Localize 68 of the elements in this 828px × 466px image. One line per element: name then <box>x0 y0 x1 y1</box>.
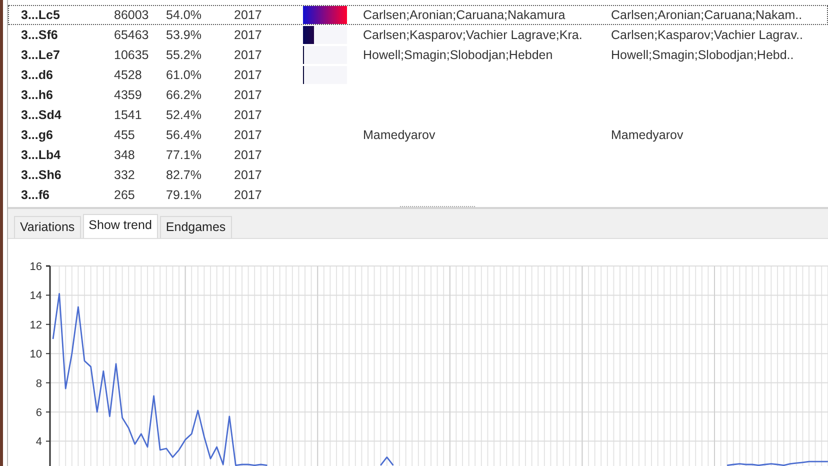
table-row[interactable]: 3...g6 455 56.4% 2017 Mamedyarov Mamedyarov <box>8 125 828 145</box>
table-cell-text: 2017 <box>233 168 262 182</box>
table-cell-text: 3...Le7 <box>20 48 60 62</box>
table-cell: Howell;Smagin;Slobodjan;Hebden <box>363 48 553 62</box>
table-cell-text: 86003 <box>113 8 149 22</box>
table-cell-text: 56.4% <box>165 128 202 142</box>
table-cell-text: 82.7% <box>165 168 202 182</box>
table-cell-text: 2017 <box>233 108 262 122</box>
table-cell-text: 3...Sf6 <box>20 28 58 42</box>
table-cell-text: 3...Lb4 <box>20 148 61 162</box>
table-cell-text: 348 <box>113 148 135 162</box>
table-row[interactable]: 3...f6 265 79.1% 2017 <box>8 185 828 205</box>
axis-tick-label: 12 <box>30 319 42 332</box>
table-cell-text: 2017 <box>233 148 262 162</box>
table-cell-text: 52.4% <box>165 108 202 122</box>
table-cell-text: 3...h6 <box>20 88 53 102</box>
table-cell-text: 10635 <box>113 48 149 62</box>
table-cell-text: 3...Lc5 <box>20 8 60 22</box>
table-row[interactable]: 3...h6 4359 66.2% 2017 <box>8 85 828 105</box>
table-cell-text: 4359 <box>113 88 142 102</box>
table-row[interactable]: 3...Lb4 348 77.1% 2017 <box>8 145 828 165</box>
table-cell-text: 265 <box>113 188 135 202</box>
table-cell: Mamedyarov <box>611 128 684 142</box>
axis-tick-label: 4 <box>36 436 42 448</box>
table-cell-text: 2017 <box>233 68 262 82</box>
table-cell-text: 2017 <box>233 188 262 202</box>
tab[interactable]: Variations <box>14 216 81 238</box>
table-row[interactable]: 3...Sf6 65463 53.9% 2017 Carlsen;Kasparov;Vachier Lagrave;Kra. Carlsen;Kasparov;Vachier Lagrav.. <box>8 25 828 45</box>
table-row[interactable]: 3...d6 4528 61.0% 2017 <box>8 65 828 85</box>
axis-tick-label: 6 <box>36 406 42 419</box>
table-cell-text: 3...f6 <box>20 188 50 202</box>
table-cell-text: 77.1% <box>165 148 202 162</box>
axis-tick-label: 10 <box>30 348 42 361</box>
table-cell-text: 66.2% <box>165 88 202 102</box>
table-cell-text: 79.1% <box>165 188 202 202</box>
tab[interactable]: Show trend <box>82 214 158 238</box>
table-cell-text: 3...g6 <box>20 128 53 142</box>
table-cell-text: 53.9% <box>165 28 202 42</box>
table-cell-text: 65463 <box>113 28 149 42</box>
table-cell-text: 1541 <box>113 108 142 122</box>
axis-tick-label: 8 <box>36 378 42 390</box>
table-cell-text: 2017 <box>233 128 262 142</box>
table-cell-text: 2017 <box>233 48 262 62</box>
table-cell: Howell;Smagin;Slobodjan;Hebd.. <box>611 48 794 62</box>
table-cell-text: 455 <box>113 128 135 142</box>
table-cell-text: 3...d6 <box>20 68 53 82</box>
table-cell-text: 54.0% <box>165 8 202 22</box>
tab[interactable]: Endgames <box>160 216 232 238</box>
table-row[interactable]: 3...Sh6 332 82.7% 2017 <box>8 165 828 185</box>
table-cell-text: 332 <box>113 168 135 182</box>
table-cell: Carlsen;Aronian;Caruana;Nakamura <box>363 8 566 22</box>
table-row[interactable]: 3...Le7 10635 55.2% 2017 Howell;Smagin;Slobodjan;Hebden Howell;Smagin;Slobodjan;Hebd.. <box>8 45 828 65</box>
table-cell: Mamedyarov <box>363 128 436 142</box>
table-cell: Carlsen;Kasparov;Vachier Lagrave;Kra. <box>363 28 582 42</box>
table-row[interactable]: 3...Sd4 1541 52.4% 2017 <box>8 105 828 125</box>
table-cell: Carlsen;Aronian;Caruana;Nakam.. <box>611 8 802 22</box>
table-cell-text: 55.2% <box>165 48 202 62</box>
table-cell-text: 2017 <box>233 88 262 102</box>
table-cell-text: 2017 <box>233 8 262 22</box>
table-row[interactable]: 3...Lc5 86003 54.0% 2017 Carlsen;Aronian;Caruana;Nakamura Carlsen;Aronian;Caruana;Nakam.. <box>8 5 828 25</box>
axis-tick-label: 16 <box>30 261 42 273</box>
table-cell: Carlsen;Kasparov;Vachier Lagrav.. <box>611 28 803 42</box>
table-cell-text: 2017 <box>233 28 262 42</box>
table-cell-text: 4528 <box>113 68 142 82</box>
table-cell-text: 3...Sd4 <box>20 108 62 122</box>
axis-tick-label: 14 <box>30 290 42 302</box>
table-cell-text: 3...Sh6 <box>20 168 62 182</box>
table-cell-text: 61.0% <box>165 68 202 82</box>
